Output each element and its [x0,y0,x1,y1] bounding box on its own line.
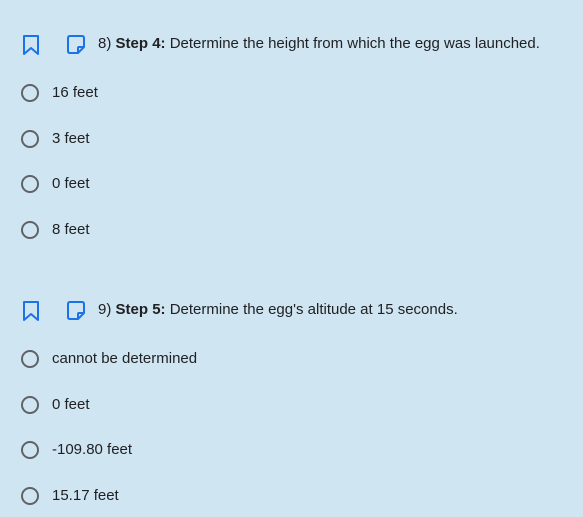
radio-button[interactable] [21,396,39,414]
radio-button[interactable] [21,221,39,239]
option-label: -109.80 feet [52,441,133,458]
note-icon[interactable] [65,300,87,322]
question-number: 8) [98,35,112,52]
radio-button[interactable] [21,84,39,102]
answer-option[interactable]: 8 feet [20,220,420,244]
answer-option[interactable]: 15.17 feet [20,486,420,510]
question-number: 9) [98,301,112,318]
answer-option[interactable]: cannot be determined [20,349,420,373]
radio-button[interactable] [21,175,39,193]
question-header: 9) Step 5: Determine the egg's altitude … [0,298,583,322]
option-label: 16 feet [52,84,98,101]
question-step: Step 4: [115,35,166,52]
answer-option[interactable]: 0 feet [20,174,420,198]
bookmark-icon[interactable] [22,34,40,56]
answer-option[interactable]: -109.80 feet [20,440,420,464]
answer-option[interactable]: 0 feet [20,395,420,419]
question-text: 9) Step 5: Determine the egg's altitude … [98,301,458,319]
note-icon[interactable] [65,34,87,56]
question-header: 8) Step 4: Determine the height from whi… [0,32,583,56]
radio-button[interactable] [21,487,39,505]
question-text: 8) Step 4: Determine the height from whi… [98,35,540,53]
answer-option[interactable]: 16 feet [20,83,420,107]
answer-option[interactable]: 3 feet [20,129,420,153]
question-prompt: Determine the height from which the egg … [169,35,540,52]
radio-button[interactable] [21,130,39,148]
option-label: 15.17 feet [52,487,119,504]
question-step: Step 5: [115,301,166,318]
question-prompt: Determine the egg's altitude at 15 secon… [169,301,458,318]
radio-button[interactable] [21,350,39,368]
option-label: 8 feet [52,221,90,238]
option-label: 0 feet [52,175,90,192]
option-label: 3 feet [52,130,90,147]
option-label: 0 feet [52,396,90,413]
option-label: cannot be determined [52,350,198,367]
bookmark-icon[interactable] [22,300,40,322]
radio-button[interactable] [21,441,39,459]
